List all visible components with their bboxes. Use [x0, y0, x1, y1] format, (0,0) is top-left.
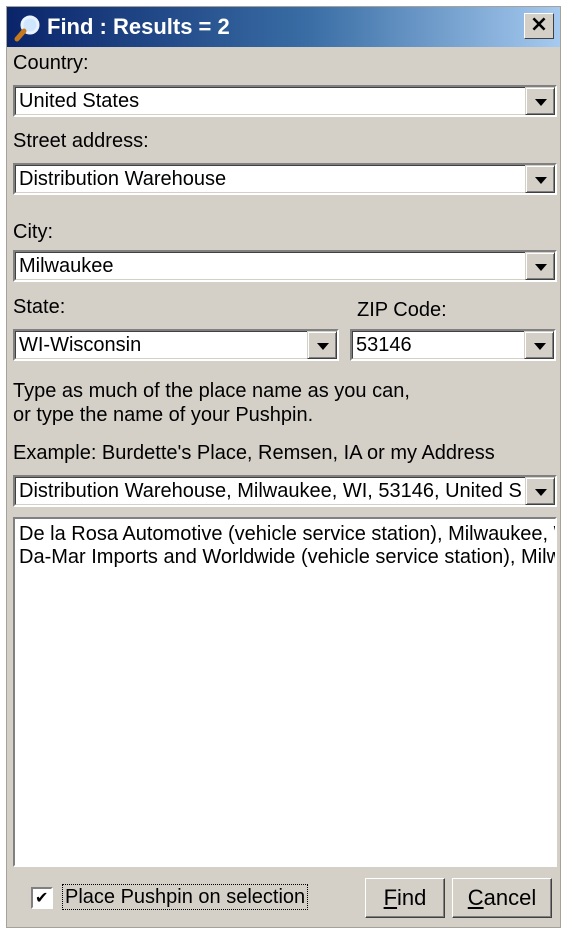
result-item[interactable]: De la Rosa Automotive (vehicle service s… — [15, 523, 555, 546]
close-icon: × — [529, 12, 549, 37]
instruction-line-2: or type the name of your Pushpin. — [13, 404, 314, 426]
magnifier-icon — [14, 15, 40, 42]
state-value: WI-Wisconsin — [19, 334, 142, 356]
place-pushpin-checkbox[interactable]: ✔ — [31, 887, 53, 909]
street-value: Distribution Warehouse — [19, 168, 227, 190]
street-dropdown-button[interactable] — [525, 165, 555, 193]
city-value: Milwaukee — [19, 255, 114, 277]
place-query-value: Distribution Warehouse, Milwaukee, WI, 5… — [19, 480, 521, 502]
city-combobox[interactable]: Milwaukee — [13, 250, 557, 282]
results-listbox[interactable]: De la Rosa Automotive (vehicle service s… — [13, 517, 557, 867]
checkmark-icon: ✔ — [35, 888, 49, 907]
city-dropdown-button[interactable] — [525, 252, 555, 280]
state-dropdown-button[interactable] — [307, 331, 337, 359]
find-dialog: Find : Results = 2 × Country: United Sta… — [6, 6, 561, 928]
country-value: United States — [19, 90, 140, 112]
country-combobox[interactable]: United States — [13, 85, 557, 117]
cancel-button[interactable]: Cancel — [452, 878, 552, 918]
zip-label: ZIP Code: — [357, 299, 447, 321]
window-title: Find : Results = 2 — [47, 14, 230, 39]
zip-combobox[interactable]: 53146 — [350, 329, 556, 361]
country-dropdown-button[interactable] — [525, 87, 555, 115]
state-combobox[interactable]: WI-Wisconsin — [13, 329, 339, 361]
example-text: Example: Burdette's Place, Remsen, IA or… — [13, 442, 495, 464]
instruction-line-1: Type as much of the place name as you ca… — [13, 380, 410, 402]
close-button[interactable]: × — [524, 13, 554, 39]
place-query-combobox[interactable]: Distribution Warehouse, Milwaukee, WI, 5… — [13, 475, 557, 507]
title-bar[interactable]: Find : Results = 2 × — [7, 7, 560, 47]
place-pushpin-label[interactable]: Place Pushpin on selection — [61, 884, 309, 910]
state-label: State: — [13, 296, 66, 318]
result-item[interactable]: Da-Mar Imports and Worldwide (vehicle se… — [15, 546, 555, 569]
find-button[interactable]: Find — [365, 878, 445, 918]
zip-value: 53146 — [356, 334, 412, 356]
place-query-dropdown-button[interactable] — [525, 477, 555, 505]
country-label: Country: — [13, 52, 89, 74]
zip-dropdown-button[interactable] — [524, 331, 554, 359]
street-label: Street address: — [13, 130, 149, 152]
city-label: City: — [13, 221, 53, 243]
street-combobox[interactable]: Distribution Warehouse — [13, 163, 557, 195]
